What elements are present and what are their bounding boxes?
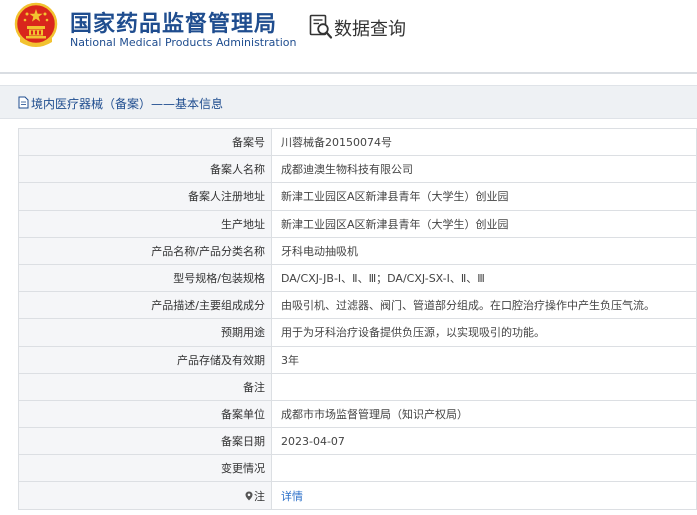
- row-label: 备案人注册地址: [18, 182, 272, 211]
- data-query-title[interactable]: 数据查询: [334, 15, 406, 41]
- table-row: 变更情况: [18, 454, 697, 483]
- row-label: 备案单位: [18, 399, 272, 429]
- row-label: 产品存储及有效期: [18, 345, 272, 374]
- row-value: DA/CXJ-JB-Ⅰ、Ⅱ、Ⅲ；DA/CXJ-SX-Ⅰ、Ⅱ、Ⅲ: [271, 263, 697, 293]
- row-label: 备案日期: [18, 427, 272, 456]
- row-label: 变更情况: [18, 454, 272, 483]
- row-value: 由吸引机、过滤器、阀门、管道部分组成。在口腔治疗操作中产生负压气流。: [271, 291, 697, 320]
- table-row: 产品存储及有效期 3年: [18, 345, 697, 374]
- row-label: 备案号: [18, 127, 272, 157]
- section-header: 境内医疗器械（备案）——基本信息: [0, 85, 697, 119]
- row-value: [271, 372, 697, 401]
- row-label: 型号规格/包装规格: [18, 263, 272, 293]
- row-value: [271, 454, 697, 483]
- site-title: 国家药品监督管理局: [70, 12, 278, 37]
- row-label: 备案人名称: [18, 155, 272, 184]
- details-link[interactable]: 详情: [281, 490, 303, 503]
- section-title: 境内医疗器械（备案）——基本信息: [31, 97, 224, 111]
- basic-info-table: 备案号 川蓉械备20150074号 备案人名称 成都迪澳生物科技有限公司 备案人…: [18, 127, 697, 510]
- document-icon: [18, 96, 29, 109]
- national-emblem-icon: [14, 2, 58, 47]
- site-subtitle: National Medical Products Administration: [70, 36, 297, 49]
- row-label: 生产地址: [18, 209, 272, 238]
- note-label-cell: 注: [18, 481, 272, 510]
- note-label: 注: [254, 489, 265, 503]
- table-row: 型号规格/包装规格 DA/CXJ-JB-Ⅰ、Ⅱ、Ⅲ；DA/CXJ-SX-Ⅰ、Ⅱ、…: [18, 263, 697, 293]
- site-header: 国家药品监督管理局 National Medical Products Admi…: [0, 0, 697, 74]
- data-query-icon: [309, 14, 333, 39]
- row-label: 备注: [18, 372, 272, 401]
- table-row: 备案号 川蓉械备20150074号: [18, 127, 697, 157]
- row-value: 牙科电动抽吸机: [271, 236, 697, 265]
- row-value: 川蓉械备20150074号: [271, 127, 697, 157]
- table-row: 备注: [18, 372, 697, 401]
- row-label: 产品描述/主要组成成分: [18, 291, 272, 320]
- table-row: 备案人注册地址 新津工业园区A区新津县青年（大学生）创业园: [18, 182, 697, 211]
- table-row: 备案单位 成都市市场监督管理局（知识产权局）: [18, 399, 697, 429]
- note-value-cell: 详情: [271, 481, 697, 510]
- location-pin-icon: [245, 491, 253, 501]
- row-value: 新津工业园区A区新津县青年（大学生）创业园: [271, 209, 697, 238]
- row-value: 成都市市场监督管理局（知识产权局）: [271, 399, 697, 429]
- table-row: 产品名称/产品分类名称 牙科电动抽吸机: [18, 236, 697, 265]
- row-value: 成都迪澳生物科技有限公司: [271, 155, 697, 184]
- table-row-note: 注 详情: [18, 481, 697, 510]
- row-value: 2023-04-07: [271, 427, 697, 456]
- row-label: 预期用途: [18, 318, 272, 347]
- table-row: 生产地址 新津工业园区A区新津县青年（大学生）创业园: [18, 209, 697, 238]
- table-row: 备案日期 2023-04-07: [18, 427, 697, 456]
- table-row: 预期用途 用于为牙科治疗设备提供负压源，以实现吸引的功能。: [18, 318, 697, 347]
- table-row: 备案人名称 成都迪澳生物科技有限公司: [18, 155, 697, 184]
- row-value: 新津工业园区A区新津县青年（大学生）创业园: [271, 182, 697, 211]
- row-value: 用于为牙科治疗设备提供负压源，以实现吸引的功能。: [271, 318, 697, 347]
- row-label: 产品名称/产品分类名称: [18, 236, 272, 265]
- table-row: 产品描述/主要组成成分 由吸引机、过滤器、阀门、管道部分组成。在口腔治疗操作中产…: [18, 291, 697, 320]
- row-value: 3年: [271, 345, 697, 374]
